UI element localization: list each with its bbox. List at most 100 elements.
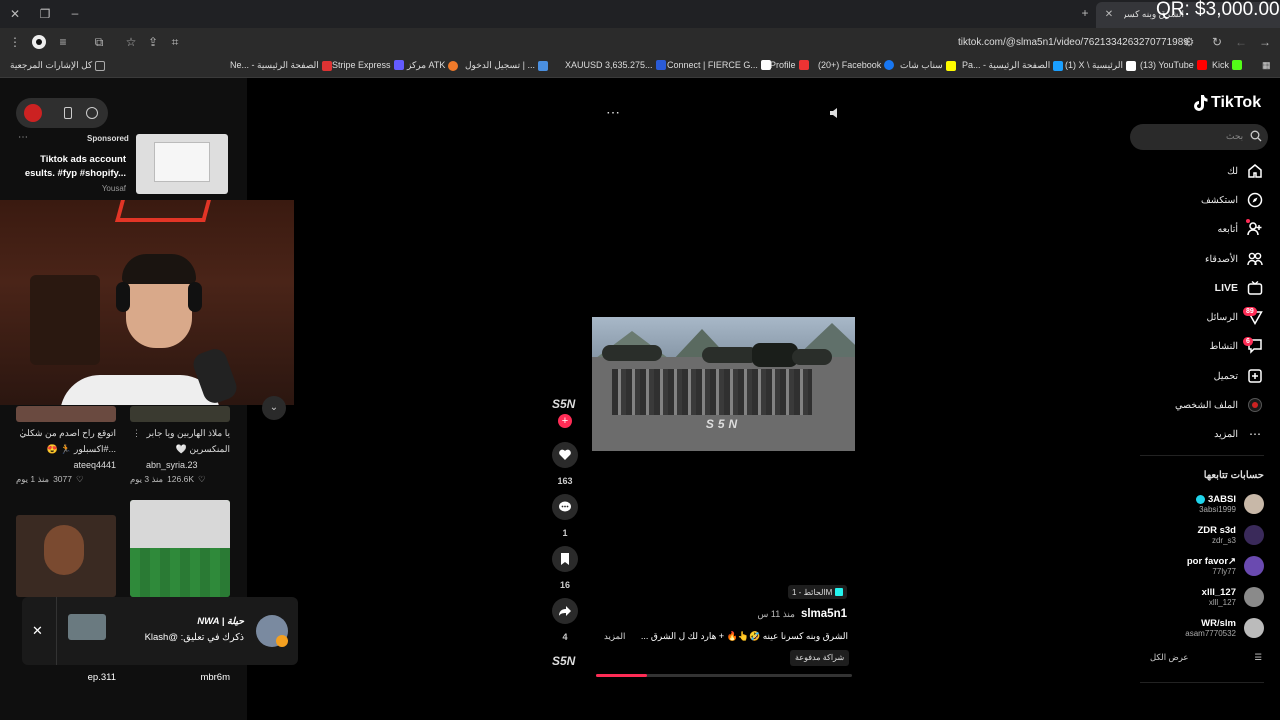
close-window-icon[interactable]: ✕ (8, 7, 22, 21)
reload-icon[interactable]: ↻ (1210, 35, 1224, 49)
nav-item-profile[interactable]: الملف الشخصي (1175, 396, 1264, 414)
notification-toast[interactable]: ✕ NWA | حيلة ذكرك في تعليق: @Klash (22, 597, 298, 665)
background-chair (30, 275, 100, 365)
following-account[interactable]: 3ABSI 3absi1999 (1196, 494, 1264, 514)
follow-plus-icon[interactable]: + (558, 414, 572, 428)
list-icon: ☰ (1254, 652, 1262, 662)
search-input[interactable]: بحث (1130, 124, 1268, 150)
video-card[interactable]: يا ملاذ الهاربين ويا جابر المنكسرين 🤍 ab… (130, 428, 230, 485)
bookmark-item[interactable]: Stripe Express (332, 60, 404, 70)
close-tab-icon[interactable]: ✕ (1102, 8, 1116, 22)
video-thumbnail[interactable] (16, 515, 116, 597)
ad-more-icon[interactable]: ⋯ (18, 132, 28, 143)
verified-icon (1196, 495, 1206, 504)
video-card-user[interactable]: ep.311 (16, 672, 116, 683)
following-account[interactable]: ZDR s3d zdr_s3 (1197, 525, 1264, 545)
bookmark-item[interactable]: مركز ATK (407, 60, 459, 71)
volume-icon[interactable] (828, 106, 842, 120)
card-more-icon[interactable]: ⋮ (132, 428, 141, 439)
video-more-icon[interactable]: ⋯ (606, 104, 620, 121)
author-username[interactable]: slma5n1 (801, 608, 847, 620)
new-tab-icon[interactable]: + (1078, 6, 1092, 20)
site-favicon-icon (321, 60, 332, 71)
bookmark-item[interactable]: (13) YouTube (1140, 60, 1207, 70)
atk-icon (448, 60, 459, 71)
minimize-window-icon[interactable]: – (68, 6, 82, 20)
close-icon[interactable]: ✕ (32, 623, 43, 639)
headphone-left (116, 282, 130, 312)
bookmarks-overflow-icon[interactable]: ▦ (1262, 60, 1271, 71)
site-favicon-icon (537, 60, 548, 71)
nav-item-live[interactable]: LIVE (1215, 279, 1264, 297)
nav-item-explore[interactable]: استكشف (1201, 191, 1264, 209)
nav-item-friends[interactable]: الأصدقاء (1205, 250, 1264, 268)
show-all-following[interactable]: عرض الكل ☰ (1150, 652, 1262, 663)
video-thumbnail[interactable] (130, 500, 230, 597)
back-icon[interactable]: → (1258, 35, 1272, 49)
following-account[interactable]: xlll_127 xlll_127 (1202, 587, 1264, 607)
share-count: 4 (562, 632, 568, 642)
bookmark-item[interactable]: سناب شات (900, 60, 956, 71)
share-icon[interactable]: ⇪ (146, 35, 160, 49)
bookmark-item[interactable]: (20+) Facebook (818, 60, 895, 70)
sound-tag[interactable]: الحائط - 1M (788, 585, 848, 599)
translate-icon[interactable]: ⌗ (168, 35, 182, 49)
tiktok-logo[interactable]: TikTok (1192, 94, 1261, 112)
bookmark-item[interactable]: تسجيل الدخول | ... (465, 60, 548, 71)
nav-item-more[interactable]: ⋯ المزيد (1214, 425, 1264, 443)
bookmark-icon (561, 553, 569, 565)
ad-title-line-1[interactable]: Tiktok ads account (20, 154, 126, 165)
share-button[interactable] (552, 598, 578, 624)
floating-controls-pill (16, 98, 108, 128)
like-button[interactable] (552, 442, 578, 468)
following-account[interactable]: WR/slm asam7770532 (1185, 618, 1264, 638)
ad-thumbnail[interactable] (136, 134, 228, 194)
comment-button[interactable] (552, 494, 578, 520)
bookmark-all[interactable]: كل الإشارات المرجعية (10, 60, 106, 71)
bookmark-item[interactable]: Kick (1212, 60, 1243, 70)
ad-title-line-2[interactable]: esults. #fyp #shopify... (20, 168, 126, 179)
compass-icon[interactable] (86, 107, 98, 119)
save-button[interactable] (552, 546, 578, 572)
football-field (130, 548, 230, 597)
sound-avatar[interactable]: S5N (552, 654, 575, 668)
forward-icon[interactable]: ← (1234, 35, 1248, 49)
caption-more-link[interactable]: المزيد (604, 631, 625, 642)
neon-light-shape (115, 200, 211, 222)
x-icon (1126, 60, 1137, 71)
tune-icon[interactable]: ≡ (56, 35, 70, 49)
app-logo-icon[interactable] (24, 104, 42, 122)
video-card[interactable]: اتوقع راح اصدم من شكلي ...#اكسبلور 🏃 😍 a… (16, 428, 116, 485)
post-time: منذ 11 س (757, 609, 795, 619)
bookmark-item[interactable]: (1) X \ الرئيسية (1065, 60, 1137, 71)
video-thumbnail[interactable] (16, 406, 116, 422)
video-progress-bar[interactable] (596, 674, 852, 677)
video-card-user[interactable]: mbr6m (130, 672, 230, 683)
following-account[interactable]: por favor↗ 77ly77 (1187, 556, 1264, 576)
nav-item-activity[interactable]: النشاط (1209, 337, 1264, 355)
extensions-icon[interactable]: ⧉ (92, 35, 106, 49)
site-settings-icon[interactable]: ⚙ (1182, 35, 1196, 49)
bookmark-item[interactable]: XAUUSD 3,635.275... (565, 60, 666, 70)
nav-item-following[interactable]: أتابعه (1218, 220, 1265, 238)
video-player[interactable]: S5N (592, 317, 855, 451)
site-favicon-icon (1053, 60, 1064, 71)
author-avatar[interactable]: S5N (552, 397, 575, 411)
chevron-down-icon[interactable]: ⌄ (262, 396, 286, 420)
menu-dots-icon[interactable]: ⋮ (8, 35, 22, 49)
search-icon[interactable] (1250, 130, 1262, 142)
nav-item-upload[interactable]: تحميل (1214, 367, 1264, 385)
video-thumbnail[interactable] (130, 406, 230, 422)
bookmark-item[interactable]: Connect | FIERCE G... (667, 60, 771, 70)
bookmark-star-icon[interactable]: ☆ (124, 35, 138, 49)
nav-item-for-you[interactable]: لك (1227, 162, 1264, 180)
address-bar-url[interactable]: tiktok.com/@slma5n1/video/76213342632707… (958, 37, 1189, 48)
phone-icon[interactable] (64, 107, 72, 119)
card-more-icon[interactable]: ⋮ (18, 428, 27, 439)
profile-avatar-icon[interactable] (32, 35, 46, 49)
bookmark-item[interactable]: Ne... - الصفحة الرئيسية (230, 60, 332, 71)
bookmark-item[interactable]: Profile (770, 60, 809, 70)
ad-author[interactable]: Yousaf (20, 184, 126, 193)
restore-window-icon[interactable]: ❐ (38, 7, 52, 21)
bookmark-item[interactable]: Pa... - الصفحة الرئيسية (962, 60, 1064, 71)
